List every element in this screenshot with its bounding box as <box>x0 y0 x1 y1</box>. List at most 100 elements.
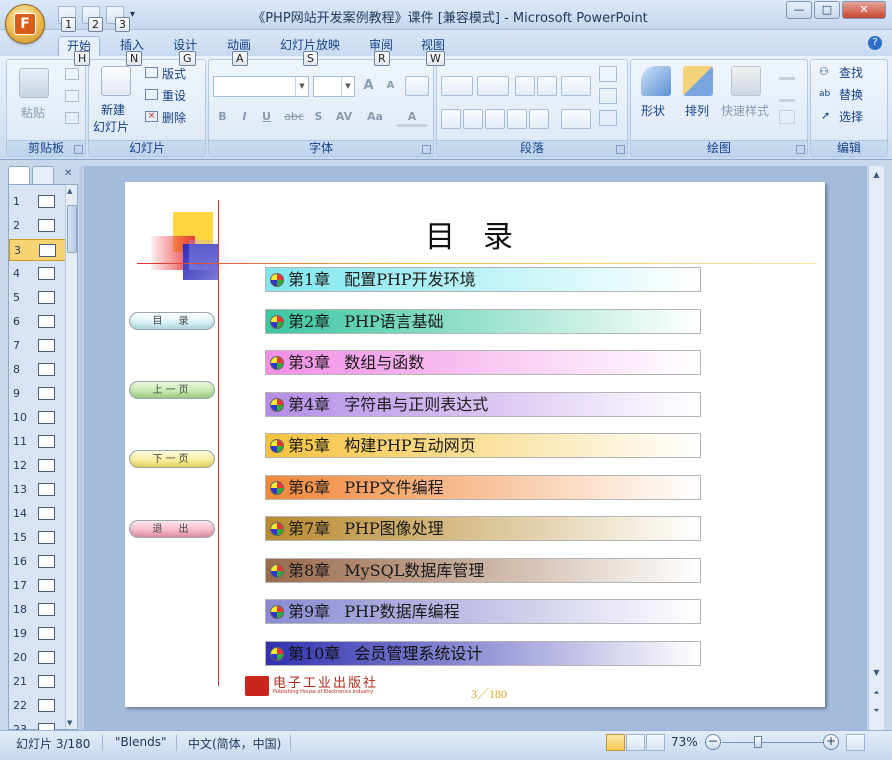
slide-thumbnail[interactable]: 2 <box>9 215 67 237</box>
chapter-link[interactable]: 第4章 字符串与正则表达式 <box>265 391 701 417</box>
clear-format-button[interactable] <box>405 76 429 96</box>
pane-splitter[interactable] <box>79 166 83 730</box>
justify-button[interactable] <box>507 109 527 129</box>
underline-button[interactable]: U <box>257 107 276 127</box>
replace-button[interactable]: 替换 <box>839 86 863 103</box>
slide-thumbnail[interactable]: 16 <box>9 551 67 573</box>
font-name-combo[interactable]: ▼ <box>213 76 309 97</box>
shape-outline-icon[interactable] <box>779 88 795 102</box>
next-slide-icon[interactable]: ⏷ <box>870 704 883 718</box>
slide-thumbnail[interactable]: 18 <box>9 599 67 621</box>
chapter-link[interactable]: 第3章 数组与函数 <box>265 350 701 375</box>
slide-thumbnail[interactable]: 12 <box>9 455 67 477</box>
increase-indent-button[interactable] <box>537 76 557 96</box>
slide-thumbnail[interactable]: 11 <box>9 431 67 453</box>
previous-slide-icon[interactable]: ⏶ <box>870 686 883 700</box>
zoom-level[interactable]: 73% <box>671 735 698 749</box>
paragraph-launcher-icon[interactable] <box>616 145 625 154</box>
align-left-button[interactable] <box>441 109 461 129</box>
scroll-up-icon[interactable]: ▲ <box>67 187 72 195</box>
minimize-button[interactable]: — <box>786 1 812 19</box>
scroll-down-icon[interactable]: ▼ <box>870 666 883 680</box>
shape-fill-icon[interactable] <box>779 66 795 80</box>
zoom-out-icon[interactable]: − <box>705 734 721 750</box>
bold-button[interactable]: B <box>213 107 232 127</box>
change-case-button[interactable]: Aa <box>363 107 387 127</box>
font-launcher-icon[interactable] <box>422 145 431 154</box>
copy-icon[interactable] <box>65 90 79 102</box>
slides-tab-icon[interactable] <box>8 166 30 184</box>
smartart-icon[interactable] <box>599 110 617 126</box>
grow-font-button[interactable]: A <box>359 76 378 96</box>
clipboard-launcher-icon[interactable] <box>74 145 83 154</box>
delete-button[interactable]: 删除 <box>162 109 186 126</box>
slide-thumbnail[interactable]: 7 <box>9 335 67 357</box>
slide-thumbnail[interactable]: 13 <box>9 479 67 501</box>
slide-thumbnail[interactable]: 1 <box>9 191 67 213</box>
slide-thumbnail[interactable]: 8 <box>9 359 67 381</box>
arrange-button[interactable]: 排列 <box>685 102 709 119</box>
qat-dropdown-icon[interactable]: ▾ <box>130 6 140 24</box>
slide-thumbnail[interactable]: 10 <box>9 407 67 429</box>
slide-thumbnail[interactable]: 9 <box>9 383 67 405</box>
shape-effects-icon[interactable] <box>779 110 795 124</box>
new-slide-icon[interactable] <box>101 66 131 96</box>
align-text-icon[interactable] <box>599 88 617 104</box>
arrange-icon[interactable] <box>683 66 713 96</box>
chapter-link[interactable]: 第10章 会员管理系统设计 <box>265 640 701 666</box>
slide-thumbnail[interactable]: 15 <box>9 527 67 549</box>
chapter-link[interactable]: 第1章 配置PHP开发环境 <box>265 267 701 292</box>
new-slide-label[interactable]: 新建 <box>101 101 125 118</box>
thumbnail-scroll-thumb[interactable] <box>67 205 77 253</box>
thumbnail-scrollbar[interactable]: ▲ ▼ <box>65 185 77 729</box>
scroll-down-icon[interactable]: ▼ <box>67 719 72 727</box>
font-color-button[interactable]: A <box>397 107 427 127</box>
font-size-combo[interactable]: ▼ <box>313 76 355 97</box>
help-icon[interactable]: ? <box>868 36 882 50</box>
decrease-indent-button[interactable] <box>515 76 535 96</box>
align-right-button[interactable] <box>485 109 505 129</box>
shapes-button[interactable]: 形状 <box>641 102 665 119</box>
paste-icon[interactable] <box>19 68 49 98</box>
slide-thumbnail[interactable]: 22 <box>9 695 67 717</box>
zoom-slider-knob[interactable] <box>754 736 762 748</box>
close-button[interactable]: ✕ <box>842 1 886 19</box>
zoom-slider-track[interactable] <box>722 742 826 743</box>
shapes-icon[interactable] <box>641 66 671 96</box>
zoom-in-icon[interactable]: + <box>823 734 839 750</box>
format-painter-icon[interactable] <box>65 112 79 124</box>
slide-thumbnail[interactable]: 17 <box>9 575 67 597</box>
chapter-link[interactable]: 第7章 PHP图像处理 <box>265 516 701 541</box>
chapter-link[interactable]: 第6章 PHP文件编程 <box>265 474 701 500</box>
nav-exit-button[interactable]: 退 出 <box>129 520 215 538</box>
find-button[interactable]: 查找 <box>839 64 863 81</box>
nav-next-button[interactable]: 下一页 <box>129 450 215 468</box>
align-center-button[interactable] <box>463 109 483 129</box>
strikethrough-button[interactable]: abc <box>281 107 307 127</box>
text-direction-icon[interactable] <box>599 66 617 82</box>
nav-toc-button[interactable]: 目 录 <box>129 312 215 330</box>
numbering-button[interactable] <box>477 76 509 96</box>
distribute-button[interactable] <box>529 109 549 129</box>
slideshow-view-icon[interactable] <box>646 734 665 751</box>
chapter-link[interactable]: 第8章 MySQL数据库管理 <box>265 557 701 583</box>
char-spacing-button[interactable]: AV <box>331 107 357 127</box>
close-pane-icon[interactable]: ✕ <box>64 168 72 179</box>
slide-sorter-icon[interactable] <box>626 734 645 751</box>
drawing-launcher-icon[interactable] <box>796 145 805 154</box>
slide-vertical-scrollbar[interactable]: ▲ ▼ ⏶ ⏷ <box>868 166 884 730</box>
slide-thumbnail[interactable]: 3 <box>9 239 67 261</box>
cut-icon[interactable] <box>65 68 79 80</box>
slide-thumbnail[interactable]: 20 <box>9 647 67 669</box>
select-button[interactable]: 选择 <box>839 108 863 125</box>
slide-thumbnail[interactable]: 14 <box>9 503 67 525</box>
slide-canvas[interactable]: 目录 目 录 上一页 下一页 退 出 第1章 配置PHP开发环境 第2章 PHP语言基… <box>125 182 825 707</box>
fit-to-window-icon[interactable] <box>846 734 865 751</box>
quick-styles-button[interactable]: 快速样式 <box>721 102 769 119</box>
outline-tab-icon[interactable] <box>32 166 54 184</box>
bullets-button[interactable] <box>441 76 473 96</box>
shadow-button[interactable]: S <box>309 107 328 127</box>
chapter-link[interactable]: 第2章 PHP语言基础 <box>265 308 701 334</box>
maximize-button[interactable]: □ <box>814 1 840 19</box>
slide-thumbnail[interactable]: 21 <box>9 671 67 693</box>
